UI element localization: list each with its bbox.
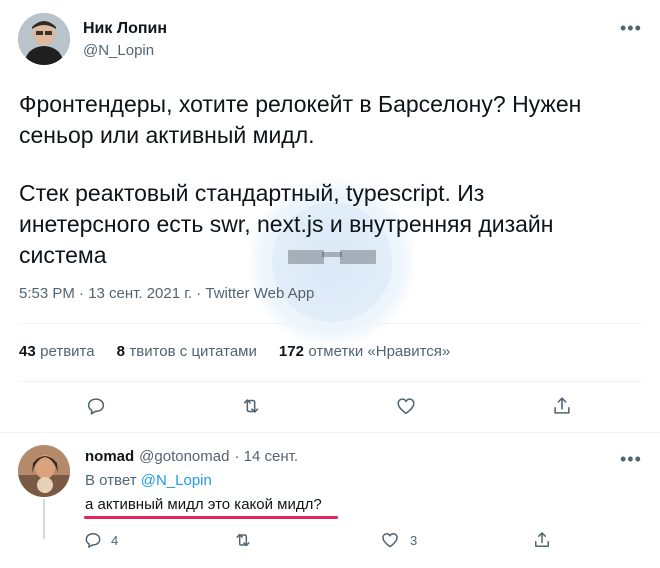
tweet-text-line-4: инетерсного есть swr, next.js и внутренн…: [19, 211, 554, 237]
reply-author-handle[interactable]: @gotonomad: [139, 448, 229, 465]
thread-line: [43, 499, 45, 539]
quotes-count: 8: [116, 343, 125, 360]
user-avatar-icon: [18, 445, 70, 497]
reply-like-count: 3: [410, 532, 418, 548]
quotes-label: твитов с цитатами: [129, 343, 257, 360]
tweet-text-line-2: сеньор или активный мидл.: [19, 122, 315, 148]
retweet-icon: [243, 399, 259, 413]
reply-icon: [85, 533, 101, 548]
red-underline-highlight: [84, 516, 338, 519]
tweet-text-line-1: Фронтендеры, хотите релокейт в Барселону…: [19, 91, 582, 117]
reply-like-action[interactable]: 3: [380, 530, 417, 550]
reply-header: nomad @gotonomad · 14 сент.: [85, 448, 298, 465]
author-handle[interactable]: @N_Lopin: [83, 42, 154, 59]
more-options-icon[interactable]: •••: [620, 18, 642, 39]
tweet-stats: 43 ретвита 8 твитов с цитатами 172 отмет…: [19, 343, 450, 361]
reply-author-name[interactable]: nomad: [85, 448, 134, 465]
heart-icon: [382, 533, 398, 548]
share-icon: [554, 397, 570, 414]
reply-time[interactable]: · 14 сент.: [234, 448, 298, 465]
divider: [19, 381, 641, 382]
reply-text: а активный мидл это какой мидл?: [85, 496, 322, 513]
reply-more-options-icon[interactable]: •••: [620, 449, 642, 470]
divider: [0, 432, 660, 433]
reply-reply-action[interactable]: 4: [83, 530, 118, 550]
retweet-button[interactable]: [234, 389, 268, 423]
heart-icon: [397, 398, 415, 415]
author-avatar[interactable]: [18, 13, 70, 65]
divider: [19, 323, 641, 324]
reply-icon: [87, 398, 105, 415]
reply-to-prefix: В ответ: [85, 472, 137, 489]
reply-to: В ответ @N_Lopin: [85, 472, 212, 489]
likes-label: отметки «Нравится»: [308, 343, 451, 360]
reply-retweet-action[interactable]: [233, 530, 253, 555]
retweets-count: 43: [19, 343, 36, 360]
reply-button[interactable]: [79, 389, 113, 423]
tweet-text-line-5: система: [19, 242, 107, 268]
likes-count: 172: [278, 343, 304, 360]
tweet-text-line-3: Стек реактовый стандартный, typescript. …: [19, 180, 485, 206]
user-avatar-icon: [18, 13, 70, 65]
reply-to-handle[interactable]: @N_Lopin: [141, 472, 212, 489]
reply-share-action[interactable]: [532, 530, 552, 555]
retweet-icon: [236, 533, 250, 547]
reply-author-avatar[interactable]: [18, 445, 70, 497]
likes-stat[interactable]: 172 отметки «Нравится»: [279, 343, 450, 361]
share-icon: [535, 532, 549, 547]
share-button[interactable]: [545, 389, 579, 423]
author-name[interactable]: Ник Лопин: [83, 20, 167, 38]
tweet-timestamp[interactable]: 5:53 PM · 13 сент. 2021 г. · Twitter Web…: [19, 285, 314, 302]
quotes-stat[interactable]: 8 твитов с цитатами: [117, 343, 257, 361]
like-button[interactable]: [389, 389, 423, 423]
retweets-stat[interactable]: 43 ретвита: [19, 343, 95, 361]
retweets-label: ретвита: [40, 343, 95, 360]
reply-reply-count: 4: [111, 532, 119, 548]
